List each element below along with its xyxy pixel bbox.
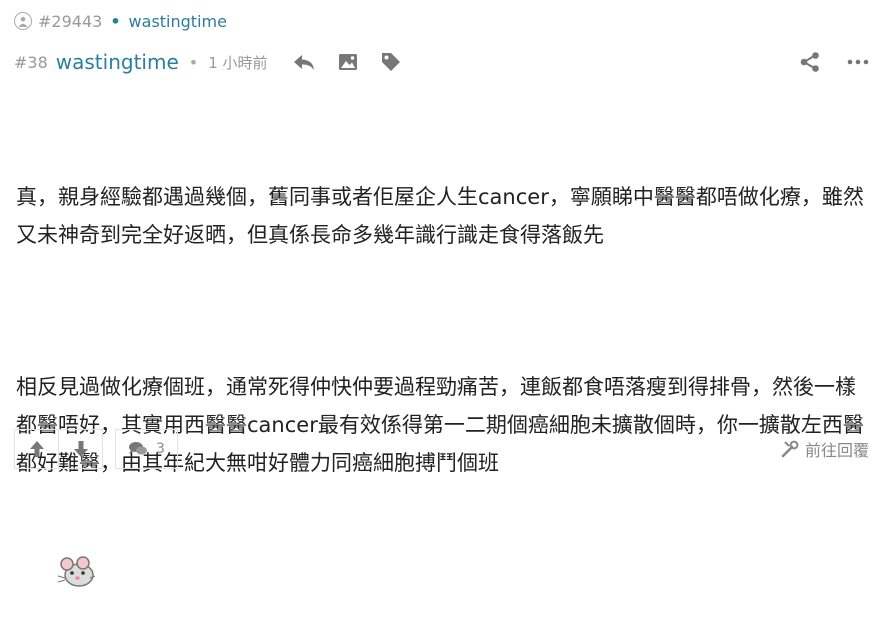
user-icon	[14, 12, 32, 30]
vote-box	[14, 429, 103, 469]
tools-icon	[781, 440, 799, 458]
goto-replies-label: 前往回覆	[804, 441, 869, 460]
image-icon[interactable]	[338, 53, 358, 71]
header-right-actions	[799, 51, 869, 73]
arrow-up-icon	[29, 441, 44, 457]
comments-icon	[129, 442, 147, 455]
post-time: 1 小時前	[208, 53, 268, 72]
reply-icon[interactable]	[292, 52, 316, 72]
mouse-emoji-icon	[29, 518, 96, 638]
arrow-down-icon	[73, 441, 88, 457]
quote-separator: •	[110, 11, 121, 31]
tag-icon[interactable]	[380, 51, 402, 73]
share-icon[interactable]	[799, 51, 821, 73]
post-header: #38 wastingtime • 1 小時前	[14, 46, 869, 78]
post-footer: 3 前往回覆	[14, 428, 869, 470]
reply-count-button[interactable]: 3	[115, 429, 178, 469]
reply-count: 3	[156, 441, 165, 457]
more-options-icon[interactable]	[847, 59, 869, 65]
post-number[interactable]: #38	[14, 53, 48, 72]
quote-reference[interactable]: #29443 • wastingtime	[14, 8, 227, 34]
post-actions	[292, 51, 402, 73]
downvote-button[interactable]	[58, 430, 102, 468]
upvote-button[interactable]	[15, 430, 58, 468]
post-paragraph-1: 真，親身經驗都遇過幾個，舊同事或者佢屋企人生cancer，寧願睇中醫醫都唔做化療…	[16, 185, 864, 247]
post-content: 真，親身經驗都遇過幾個，舊同事或者佢屋企人生cancer，寧願睇中醫醫都唔做化療…	[16, 102, 876, 638]
header-separator: •	[188, 52, 199, 72]
post-username[interactable]: wastingtime	[56, 50, 179, 74]
quote-post-number[interactable]: #29443	[38, 12, 102, 31]
quote-username[interactable]: wastingtime	[129, 12, 227, 31]
goto-replies-link[interactable]: 前往回覆	[781, 437, 869, 461]
